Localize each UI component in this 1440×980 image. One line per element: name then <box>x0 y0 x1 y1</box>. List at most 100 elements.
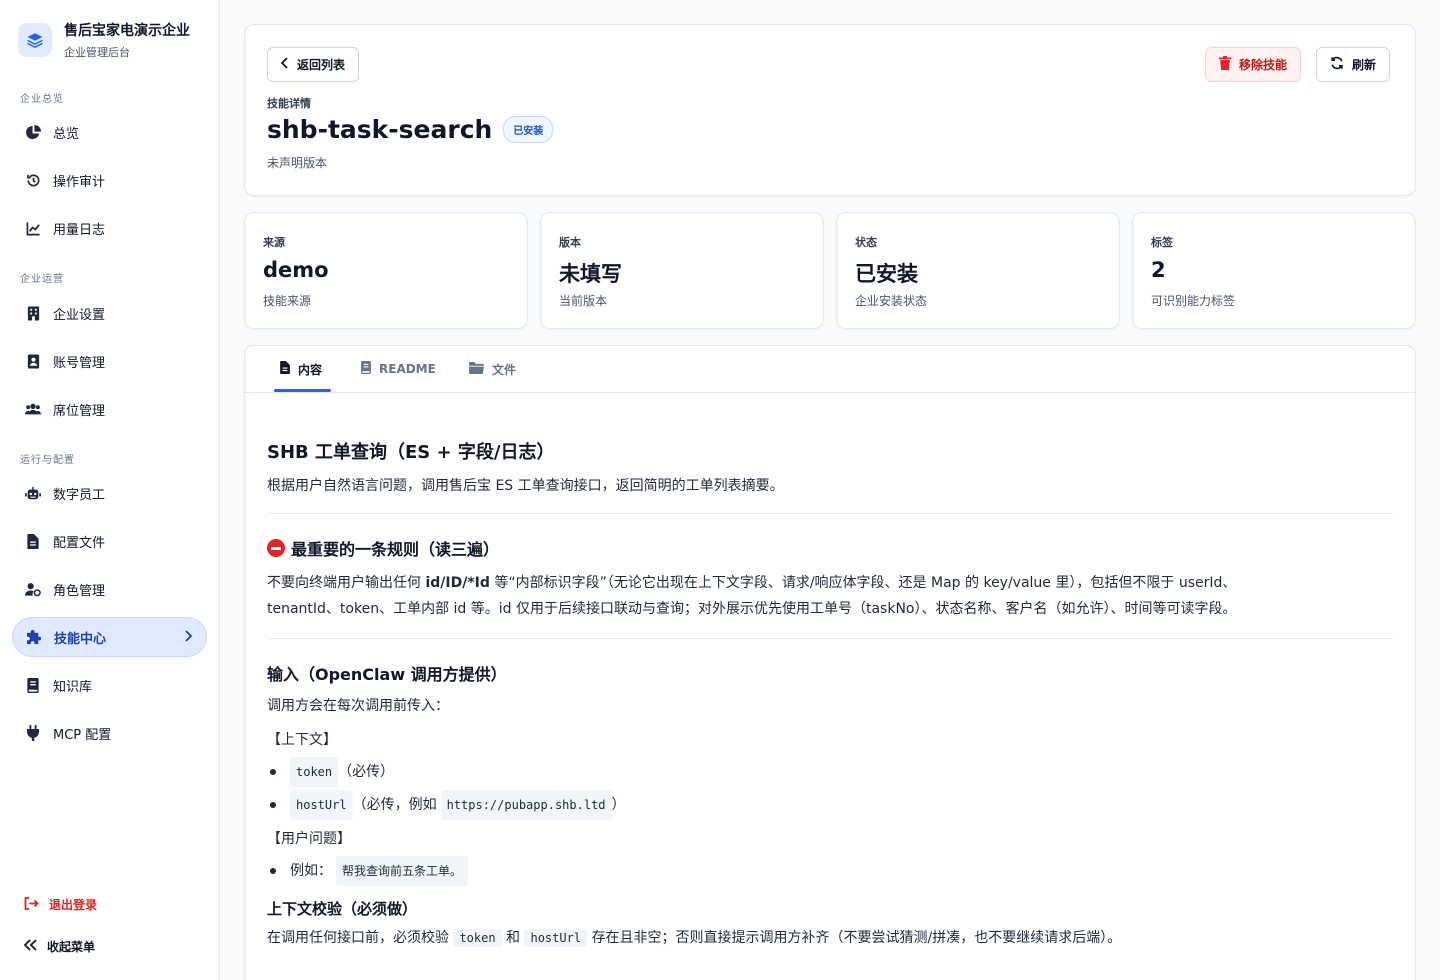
history-icon <box>25 172 41 188</box>
nav-group-label: 企业总览 <box>20 94 64 105</box>
remove-skill-button[interactable]: 移除技能 <box>1205 47 1302 82</box>
sidebar-item-overview[interactable]: 总览 <box>12 112 207 152</box>
nav-group-label: 运行与配置 <box>20 455 75 466</box>
inline-code: hostUrl <box>524 929 588 947</box>
back-label: 返回列表 <box>297 58 346 72</box>
context-label: 【上下文】 <box>267 732 337 748</box>
sidebar-item-roles[interactable]: 角色管理 <box>12 569 207 609</box>
robot-icon <box>25 485 41 501</box>
list-item-text: ） <box>611 797 626 813</box>
brand-subtitle: 企业管理后台 <box>64 46 130 59</box>
sidebar-item-usage-log[interactable]: 用量日志 <box>12 208 207 248</box>
chevron-right-icon <box>184 630 193 646</box>
sidebar-item-label: 总览 <box>53 126 80 142</box>
sidebar-item-skill-center[interactable]: 技能中心 <box>12 617 207 657</box>
tab-label: 内容 <box>298 362 323 377</box>
rule-heading: 最重要的一条规则（读三遍） <box>267 536 1393 560</box>
sidebar-item-label: 数字员工 <box>53 487 106 503</box>
sidebar-item-label: 知识库 <box>53 679 93 695</box>
doc-heading: SHB 工单查询（ES + 字段/日志） <box>267 442 555 463</box>
stat-label: 来源 <box>263 236 285 249</box>
user-gear-icon <box>25 581 41 597</box>
divider <box>267 638 1393 639</box>
logout-icon <box>24 896 39 913</box>
stat-value: 未填写 <box>559 262 622 286</box>
sidebar-item-seats[interactable]: 席位管理 <box>12 389 207 429</box>
collapse-menu-label: 收起菜单 <box>47 940 96 954</box>
sidebar-item-label: 角色管理 <box>53 583 106 599</box>
stat-desc: 企业安装状态 <box>855 294 928 308</box>
plug-icon <box>25 725 41 741</box>
tab-label: README <box>379 362 436 376</box>
sidebar-item-enterprise-settings[interactable]: 企业设置 <box>12 293 207 333</box>
tab-files[interactable]: 文件 <box>469 346 516 392</box>
sidebar-item-label: MCP 配置 <box>53 727 112 743</box>
sidebar-item-digital-staff[interactable]: 数字员工 <box>12 473 207 513</box>
line-chart-icon <box>25 220 41 236</box>
no-entry-icon <box>267 539 285 557</box>
check-text: 和 <box>501 930 525 946</box>
active-tab-indicator <box>274 389 331 392</box>
skill-detail-eyebrow: 技能详情 <box>267 97 311 110</box>
book-icon <box>361 361 371 377</box>
check-paragraph: 在调用任何接口前，必须校验 token 和 hostUrl 存在且非空；否则直接… <box>267 925 1393 951</box>
tab-readme[interactable]: README <box>361 346 436 392</box>
question-label: 【用户问题】 <box>267 831 351 847</box>
check-text: 在调用任何接口前，必须校验 <box>267 930 454 946</box>
rule-text: 等“内部标识字段”（无论它出现在上下文字段、请求/响应体字段、还是 Map 的 … <box>489 575 1237 591</box>
remove-skill-label: 移除技能 <box>1239 58 1288 72</box>
sidebar-item-mcp-config[interactable]: MCP 配置 <box>12 713 207 753</box>
doc-intro: 根据用户自然语言问题，调用售后宝 ES 工单查询接口，返回简明的工单列表摘要。 <box>267 478 784 494</box>
rule-text: tenantId、token、工单内部 id 等。id 仅用于后续接口联动与查询… <box>267 601 1237 617</box>
tab-bar: 内容 README 文件 <box>245 346 1415 393</box>
sidebar: 售后宝家电演示企业 企业管理后台 企业总览 总览 操作审计 用量日志 企业运营 … <box>0 0 220 980</box>
stat-card-version: 版本 未填写 当前版本 <box>540 212 824 329</box>
inline-code: token <box>453 929 502 947</box>
back-to-list-button[interactable]: 返回列表 <box>267 47 360 82</box>
sidebar-item-audit[interactable]: 操作审计 <box>12 160 207 200</box>
stat-value: 2 <box>1151 258 1166 282</box>
rule-paragraph: 不要向终端用户输出任何 id/ID/*Id 等“内部标识字段”（无论它出现在上下… <box>267 570 1393 622</box>
version-note: 未声明版本 <box>267 156 328 170</box>
sidebar-item-knowledge-base[interactable]: 知识库 <box>12 665 207 705</box>
list-item-text: 例如： <box>290 863 332 879</box>
sidebar-item-label: 席位管理 <box>53 403 106 419</box>
sidebar-item-config-files[interactable]: 配置文件 <box>12 521 207 561</box>
collapse-menu-button[interactable]: 收起菜单 <box>23 938 96 955</box>
stat-card-tags: 标签 2 可识别能力标签 <box>1132 212 1416 329</box>
book-icon <box>25 677 41 693</box>
list-item-text: （必传） <box>338 764 395 780</box>
page-title: shb-task-search <box>267 115 493 144</box>
stat-value: demo <box>263 258 329 282</box>
refresh-button[interactable]: 刷新 <box>1316 47 1391 82</box>
brand-name: 售后宝家电演示企业 <box>64 23 190 39</box>
inline-code-url: https://pubapp.shb.ltd <box>440 790 612 820</box>
sidebar-item-accounts[interactable]: 账号管理 <box>12 341 207 381</box>
brand: 售后宝家电演示企业 企业管理后台 <box>18 20 190 60</box>
skill-title-row: shb-task-search 已安装 <box>267 115 554 144</box>
inline-code: 帮我查询前五条工单。 <box>336 856 469 886</box>
file-icon <box>280 361 290 377</box>
logout-button[interactable]: 退出登录 <box>24 896 97 913</box>
sidebar-item-label: 企业设置 <box>53 307 106 323</box>
list-item: 例如： 帮我查询前五条工单。 <box>267 856 1393 886</box>
stat-desc: 技能来源 <box>263 294 312 308</box>
sidebar-item-label: 用量日志 <box>53 222 106 238</box>
chevron-left-icon <box>280 57 289 72</box>
pie-chart-icon <box>25 124 41 140</box>
input-paragraph: 调用方会在每次调用前传入： <box>267 698 449 714</box>
input-heading: 输入（OpenClaw 调用方提供） <box>267 665 507 684</box>
list-item: hostUrl （必传，例如 https://pubapp.shb.ltd ） <box>267 790 1393 820</box>
refresh-icon <box>1330 56 1344 73</box>
rule-keyword: id/ID/*Id <box>425 575 490 591</box>
tab-content[interactable]: 内容 <box>280 346 322 392</box>
nav-group-label: 企业运营 <box>20 274 64 285</box>
rule-text: 不要向终端用户输出任何 <box>267 575 426 591</box>
tab-label: 文件 <box>492 362 517 377</box>
stat-card-source: 来源 demo 技能来源 <box>244 212 528 329</box>
stat-desc: 可识别能力标签 <box>1151 294 1236 308</box>
building-icon <box>25 305 41 321</box>
list-item-text: （必传，例如 <box>352 797 437 813</box>
divider <box>267 513 1393 514</box>
refresh-label: 刷新 <box>1352 58 1377 72</box>
